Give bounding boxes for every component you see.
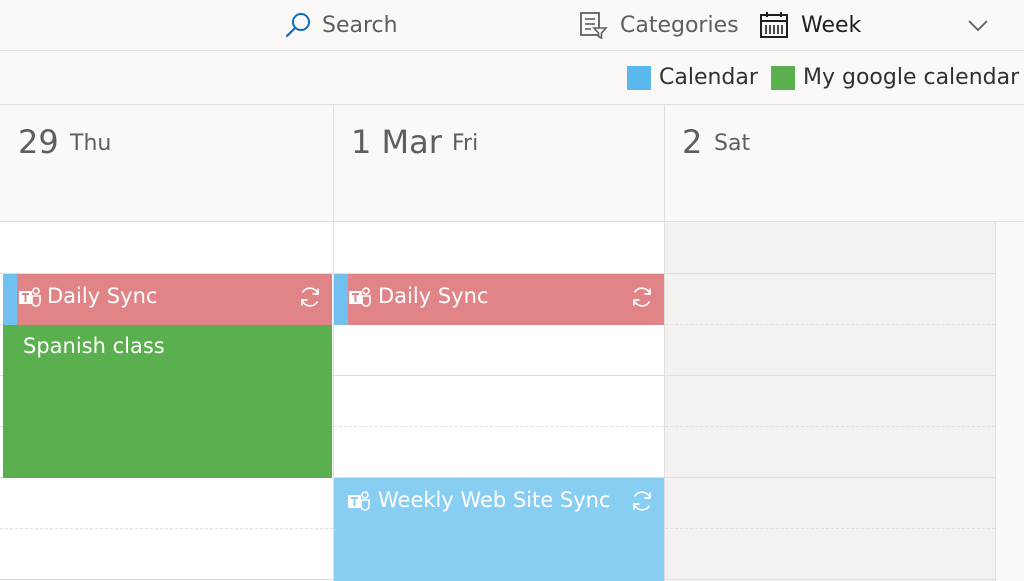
- day-header-sat[interactable]: 2 Sat: [665, 105, 1024, 222]
- legend-item-calendar[interactable]: Calendar: [627, 51, 758, 104]
- event-title: Daily Sync: [378, 284, 489, 308]
- legend-label: My google calendar: [803, 65, 1020, 90]
- legend-label: Calendar: [659, 65, 758, 90]
- chevron-down-icon[interactable]: [966, 0, 990, 50]
- half-hour-line: [665, 528, 995, 529]
- event-spanish-class[interactable]: Spanish class: [3, 325, 332, 478]
- half-hour-line: [0, 528, 333, 529]
- event-title: Spanish class: [23, 334, 165, 358]
- recurring-icon: [633, 287, 651, 307]
- hour-line: [665, 375, 995, 376]
- day-number: 29: [18, 123, 59, 161]
- hour-line: [665, 477, 995, 478]
- categories-label: Categories: [620, 12, 739, 38]
- recurring-icon: [633, 491, 651, 511]
- day-number: 1 Mar: [351, 123, 442, 161]
- day-number: 2: [682, 123, 703, 161]
- hour-line: [665, 579, 995, 580]
- search-button[interactable]: Search: [284, 0, 398, 50]
- day-header-fri[interactable]: 1 Mar Fri: [334, 105, 665, 222]
- event-weekly-web-site-sync[interactable]: Weekly Web Site Sync: [334, 478, 664, 581]
- day-column-sat[interactable]: [665, 222, 996, 581]
- hour-line: [334, 375, 664, 376]
- view-label: Week: [801, 12, 862, 38]
- calendar-legend: Calendar My google calendar: [0, 51, 1024, 105]
- legend-item-google-calendar[interactable]: My google calendar: [771, 51, 1019, 104]
- calendar-accent-bar: [334, 274, 348, 325]
- hour-line: [0, 579, 333, 580]
- toolbar: Search Categories Week: [0, 0, 1024, 51]
- legend-swatch-google-calendar: [771, 65, 795, 90]
- day-name: Fri: [452, 131, 479, 156]
- day-header-thu[interactable]: 29 Thu: [0, 105, 334, 222]
- half-hour-line: [665, 324, 995, 325]
- hour-line: [665, 273, 995, 274]
- categories-button[interactable]: Categories: [578, 0, 739, 50]
- calendar-accent-bar: [3, 274, 17, 325]
- event-daily-sync-thu[interactable]: Daily Sync: [3, 274, 332, 325]
- search-icon: [284, 11, 312, 39]
- teams-icon: [348, 491, 370, 511]
- categories-filter-icon: [578, 11, 608, 39]
- event-title: Daily Sync: [47, 284, 158, 308]
- event-daily-sync-fri[interactable]: Daily Sync: [334, 274, 664, 325]
- event-title: Weekly Web Site Sync: [378, 488, 611, 512]
- day-name: Sat: [714, 131, 751, 156]
- half-hour-line: [665, 426, 995, 427]
- recurring-icon: [301, 287, 319, 307]
- teams-icon: [19, 287, 41, 307]
- legend-swatch-calendar: [627, 65, 651, 90]
- teams-icon: [349, 287, 371, 307]
- day-name: Thu: [70, 131, 112, 156]
- half-hour-line: [334, 426, 664, 427]
- view-switcher-button[interactable]: Week: [759, 0, 861, 50]
- calendar-week-icon: [759, 11, 789, 39]
- search-label: Search: [322, 12, 398, 38]
